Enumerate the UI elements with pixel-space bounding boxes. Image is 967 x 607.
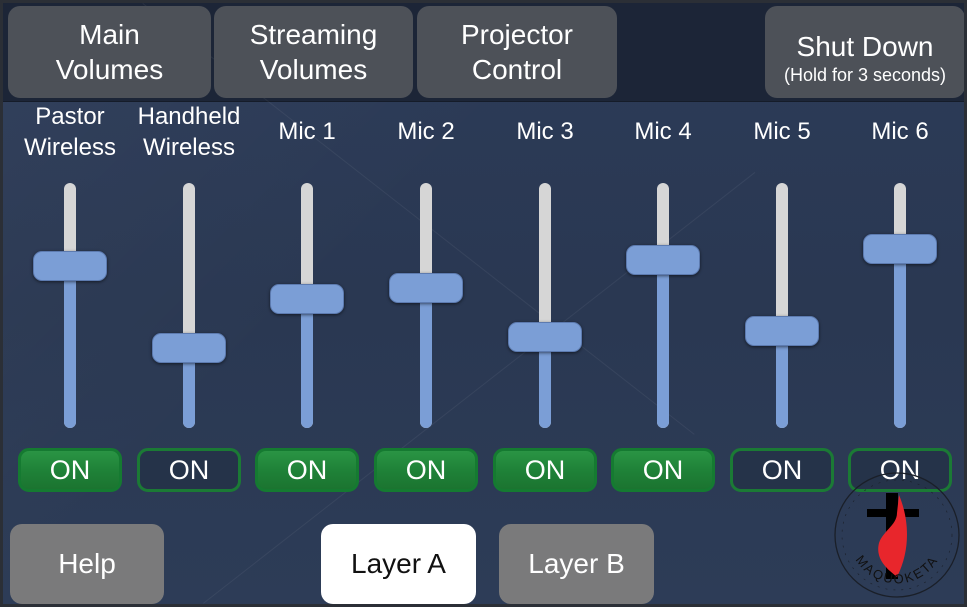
- layer-a-label: Layer A: [351, 548, 446, 579]
- volume-slider-fill: [64, 266, 76, 428]
- channel-label-line1: Mic 1: [278, 117, 336, 145]
- volume-slider-track[interactable]: [183, 183, 195, 428]
- channel-label: Mic 3: [486, 113, 604, 149]
- help-button[interactable]: Help: [10, 524, 164, 604]
- channel-label-line1: Mic 5: [753, 117, 811, 145]
- channel-label: Mic 6: [841, 113, 959, 149]
- on-toggle-label: ON: [49, 454, 91, 485]
- channel-label: Mic 1: [248, 113, 366, 149]
- tab-label-line2: Volumes: [259, 54, 368, 85]
- tab-main-volumes[interactable]: Main Volumes: [8, 6, 211, 98]
- channel-label-line1: Pastor: [35, 103, 105, 130]
- channel-label: Mic 4: [604, 113, 722, 149]
- tab-label-line2: Volumes: [55, 54, 164, 85]
- on-toggle-label: ON: [524, 454, 566, 485]
- shut-down-label: Shut Down: [796, 30, 934, 62]
- volume-slider-fill: [894, 249, 906, 428]
- main-volumes-panel: Main Volumes Streaming Volumes Projector…: [0, 0, 967, 607]
- on-toggle-label: ON: [168, 454, 210, 485]
- channel-label: Mic 5: [723, 113, 841, 149]
- volume-slider-track[interactable]: [64, 183, 76, 428]
- volume-slider-track[interactable]: [539, 183, 551, 428]
- on-toggle-label: ON: [642, 454, 684, 485]
- volume-slider-track[interactable]: [776, 183, 788, 428]
- tab-label-line1: Streaming: [249, 19, 378, 50]
- volume-slider-track[interactable]: [894, 183, 906, 428]
- tab-label-line1: Main: [79, 19, 140, 50]
- tab-label-line1: Projector: [460, 19, 574, 50]
- volume-slider-fill: [420, 287, 432, 428]
- layer-a-button[interactable]: Layer A: [321, 524, 476, 604]
- shut-down-button[interactable]: Shut Down (Hold for 3 seconds): [765, 6, 964, 98]
- channel-label-line1: Mic 3: [516, 117, 574, 145]
- volume-slider-fill: [301, 298, 313, 428]
- channel-label-line1: Mic 4: [634, 117, 692, 145]
- on-toggle-label: ON: [286, 454, 328, 485]
- channel-label: Handheld Wireless: [130, 100, 248, 164]
- volume-slider-track[interactable]: [420, 183, 432, 428]
- channel-label-line2: Wireless: [142, 134, 235, 161]
- channel-on-toggle[interactable]: ON: [374, 448, 478, 492]
- volume-slider-thumb[interactable]: [508, 322, 582, 353]
- channel-label-line1: Mic 6: [871, 117, 929, 145]
- volume-slider-thumb[interactable]: [33, 251, 107, 282]
- on-toggle-label: ON: [761, 454, 803, 485]
- channel-label-line2: Wireless: [23, 134, 116, 161]
- shut-down-hint: (Hold for 3 seconds): [783, 64, 947, 85]
- channel-on-toggle[interactable]: ON: [137, 448, 241, 492]
- volume-slider-thumb[interactable]: [863, 234, 937, 265]
- volume-slider-thumb[interactable]: [626, 245, 700, 276]
- layer-b-button[interactable]: Layer B: [499, 524, 654, 604]
- channel-on-toggle[interactable]: ON: [611, 448, 715, 492]
- church-logo: MAQUOKETA: [834, 472, 960, 598]
- channel-label: Mic 2: [367, 113, 485, 149]
- on-toggle-label: ON: [405, 454, 447, 485]
- channel-label-line1: Handheld: [137, 103, 241, 130]
- help-label: Help: [58, 548, 116, 579]
- tab-projector-control[interactable]: Projector Control: [417, 6, 617, 98]
- background-decoration: [203, 172, 756, 604]
- volume-slider-thumb[interactable]: [389, 272, 463, 303]
- tab-streaming-volumes[interactable]: Streaming Volumes: [214, 6, 413, 98]
- volume-slider-thumb[interactable]: [270, 283, 344, 314]
- channel-on-toggle[interactable]: ON: [18, 448, 122, 492]
- tab-label-line2: Control: [471, 54, 563, 85]
- channel-on-toggle[interactable]: ON: [493, 448, 597, 492]
- channel-on-toggle[interactable]: ON: [255, 448, 359, 492]
- volume-slider-track[interactable]: [657, 183, 669, 428]
- channel-label-line1: Mic 2: [397, 117, 455, 145]
- layer-b-label: Layer B: [528, 548, 625, 579]
- channel-on-toggle[interactable]: ON: [730, 448, 834, 492]
- channel-label: Pastor Wireless: [11, 100, 129, 164]
- volume-slider-thumb[interactable]: [152, 332, 226, 363]
- volume-slider-thumb[interactable]: [745, 315, 819, 346]
- volume-slider-fill: [657, 260, 669, 428]
